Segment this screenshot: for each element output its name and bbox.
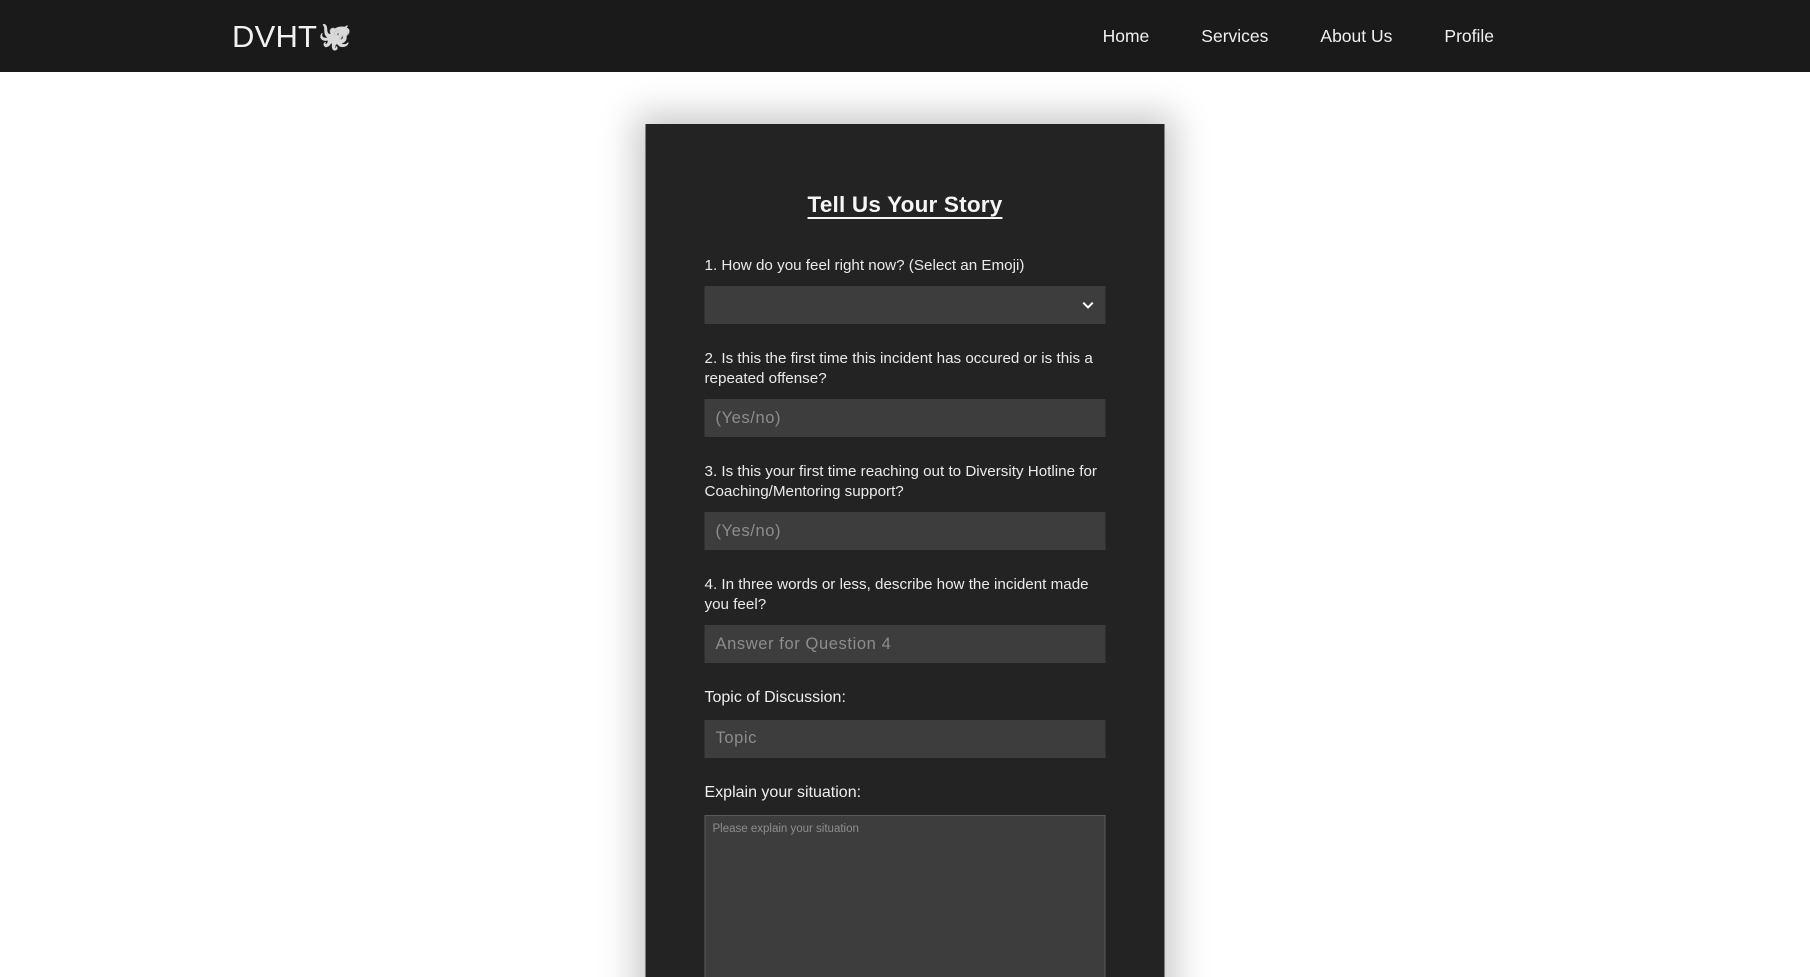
octopus-icon: 🐙 (318, 20, 353, 51)
nav-link-services[interactable]: Services (1175, 20, 1294, 53)
emoji-select[interactable] (704, 286, 1106, 325)
situation-label: Explain your situation: (704, 783, 862, 801)
nav-link-home[interactable]: Home (1077, 20, 1176, 53)
brand-logo[interactable]: DVHT 🐙 (232, 21, 352, 52)
page-body: Tell Us Your Story 1. How do you feel ri… (0, 72, 1810, 977)
question-2-label: 2. Is this the first time this incident … (704, 350, 1093, 387)
field-group-question-1: 1. How do you feel right now? (Select an… (704, 256, 1106, 325)
topic-label: Topic of Discussion: (704, 689, 846, 707)
story-form-card: Tell Us Your Story 1. How do you feel ri… (645, 124, 1165, 977)
question-3-input[interactable] (704, 512, 1106, 551)
field-group-question-4: 4. In three words or less, describe how … (704, 575, 1106, 664)
question-2-input[interactable] (704, 399, 1106, 438)
topic-input[interactable] (704, 719, 1106, 758)
nav-link-about-us[interactable]: About Us (1294, 20, 1418, 53)
top-navigation-bar: DVHT 🐙 Home Services About Us Profile (0, 0, 1810, 72)
field-group-question-3: 3. Is this your first time reaching out … (704, 462, 1106, 551)
situation-textarea[interactable] (704, 814, 1106, 977)
page-title: Tell Us Your Story (807, 192, 1003, 217)
brand-logo-text: DVHT (232, 18, 318, 54)
question-4-input[interactable] (704, 625, 1106, 664)
question-3-label: 3. Is this your first time reaching out … (704, 463, 1098, 500)
question-1-label: 1. How do you feel right now? (Select an… (704, 257, 1025, 274)
field-group-question-2: 2. Is this the first time this incident … (704, 349, 1106, 438)
nav-links: Home Services About Us Profile (1077, 20, 1520, 53)
field-group-situation: Explain your situation: (704, 783, 1106, 977)
emoji-select-wrapper (704, 286, 1106, 325)
question-4-label: 4. In three words or less, describe how … (704, 576, 1089, 613)
nav-link-profile[interactable]: Profile (1418, 20, 1520, 53)
field-group-topic: Topic of Discussion: (704, 688, 1106, 758)
